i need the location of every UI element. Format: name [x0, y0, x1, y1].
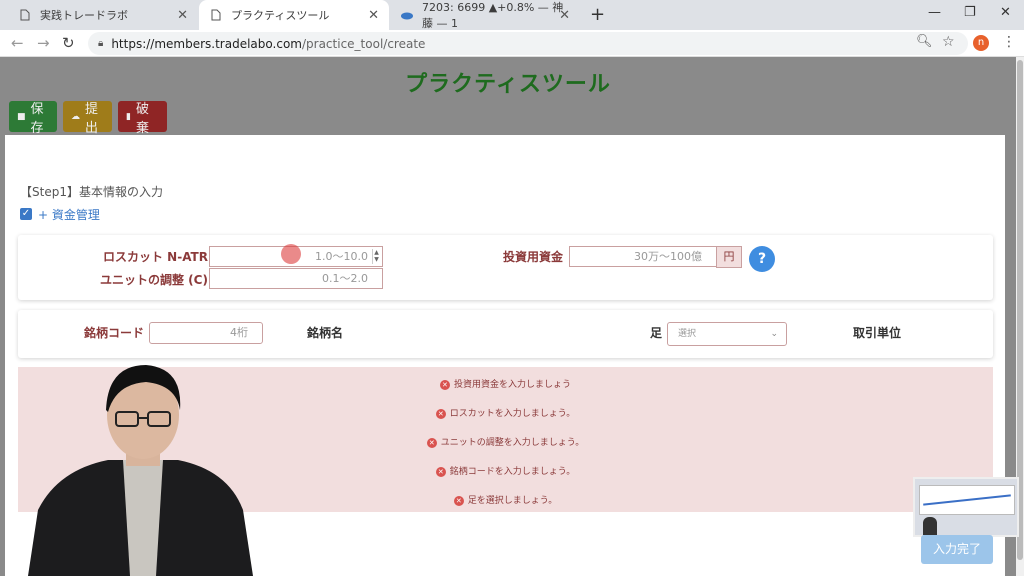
- error-icon: ✕: [435, 466, 446, 477]
- help-icon[interactable]: ?: [749, 246, 775, 272]
- person-thumbnail: [923, 517, 937, 535]
- tab-practice-tool[interactable]: プラクティスツール ✕: [199, 0, 389, 30]
- money-management-checkbox[interactable]: ✓: [20, 208, 32, 220]
- cloud-upload-icon: ☁: [71, 111, 80, 122]
- page-icon: [209, 8, 223, 22]
- ticker-input[interactable]: 4桁: [149, 322, 263, 344]
- cloud-icon: [400, 8, 414, 22]
- error-text: 銘柄コードを入力しましょう。: [449, 467, 576, 477]
- ticker-placeholder: 4桁: [230, 326, 248, 339]
- error-text: ロスカットを入力しましょう。: [449, 409, 576, 419]
- save-button[interactable]: ■ 保存: [9, 101, 57, 136]
- error-text: 投資用資金を入力しましょう: [453, 380, 571, 390]
- tab-title: 7203: 6699 ▲+0.8% — 神藤 — 1: [422, 1, 564, 30]
- ticker-label: 銘柄コード: [84, 326, 145, 340]
- save-label: 保存: [30, 101, 44, 136]
- trade-unit-label: 取引単位: [853, 326, 902, 340]
- input-complete-button[interactable]: 入力完了: [921, 535, 993, 564]
- tab-tradelabo[interactable]: 実践トレードラボ ✕: [8, 0, 198, 30]
- zoom-icon[interactable]: 🔍︎: [916, 34, 933, 49]
- presenter-video-overlay: [28, 365, 253, 576]
- bar-select[interactable]: 選択 ⌄: [667, 322, 787, 346]
- error-icon: ✕: [426, 437, 437, 448]
- forward-icon[interactable]: →: [37, 34, 50, 52]
- money-management-toggle[interactable]: + 資金管理: [38, 206, 100, 223]
- bar-select-placeholder: 選択: [678, 329, 697, 339]
- error-icon: ✕: [453, 495, 464, 506]
- address-bar: ← → ↻ 🔒︎ https://members.tradelabo.com/p…: [0, 30, 1024, 57]
- unit-adjust-label: ユニットの調整 (C): [100, 273, 208, 287]
- url-field[interactable]: 🔒︎ https://members.tradelabo.com/practic…: [88, 32, 968, 55]
- close-icon[interactable]: ✕: [177, 8, 188, 23]
- page-title: プラクティスツール: [405, 72, 611, 97]
- losscut-placeholder: 1.0～10.0: [315, 250, 368, 263]
- mouse-cursor-highlight: [281, 244, 301, 264]
- spinner-icon[interactable]: ▲ ▼: [372, 249, 380, 264]
- browser-tab-strip: 実践トレードラボ ✕ プラクティスツール ✕ 7203: 6699 ▲+0.8%…: [0, 0, 1024, 30]
- discard-button[interactable]: ▮ 破棄: [118, 101, 167, 136]
- submit-label: 提出: [85, 101, 99, 136]
- error-icon: ✕: [439, 379, 450, 390]
- error-icon: ✕: [435, 408, 446, 419]
- close-icon[interactable]: ✕: [368, 8, 379, 23]
- ticker-name-label: 銘柄名: [307, 326, 344, 340]
- bar-label: 足: [650, 326, 663, 340]
- avatar[interactable]: n: [973, 35, 989, 51]
- capital-label: 投資用資金: [503, 250, 564, 264]
- restore-icon[interactable]: ❐: [964, 5, 976, 20]
- minimize-icon[interactable]: —: [928, 5, 941, 20]
- floppy-icon: ■: [17, 111, 26, 122]
- back-icon[interactable]: ←: [11, 34, 24, 52]
- tab-title: プラクティスツール: [231, 9, 330, 22]
- capital-placeholder: 30万～100億: [634, 250, 702, 263]
- new-tab-icon[interactable]: +: [590, 4, 605, 25]
- page-icon: [18, 8, 32, 22]
- money-management-card: [18, 235, 993, 300]
- capital-input[interactable]: 30万～100億: [569, 246, 717, 267]
- discard-label: 破棄: [135, 101, 149, 136]
- video-thumbnail[interactable]: [913, 477, 1019, 537]
- trash-icon: ▮: [126, 111, 131, 122]
- url-host: https://members.tradelabo.com: [111, 36, 302, 51]
- url-path: /practice_tool/create: [301, 36, 426, 51]
- losscut-label: ロスカット N-ATR: [103, 250, 208, 264]
- close-icon[interactable]: ✕: [559, 8, 570, 23]
- tab-title: 実践トレードラボ: [40, 9, 128, 22]
- error-text: 足を選択しましょう。: [467, 496, 558, 506]
- reload-icon[interactable]: ↻: [62, 34, 75, 52]
- step-title: 【Step1】基本情報の入力: [20, 185, 163, 199]
- unit-adjust-input[interactable]: 0.1～2.0: [209, 268, 383, 289]
- unit-adjust-placeholder: 0.1～2.0: [322, 272, 368, 285]
- error-text: ユニットの調整を入力しましょう。: [440, 438, 585, 448]
- submit-button[interactable]: ☁ 提出: [63, 101, 112, 136]
- star-icon[interactable]: ☆: [942, 34, 955, 50]
- menu-icon[interactable]: ⋮: [1002, 34, 1016, 50]
- window-close-icon[interactable]: ✕: [1000, 5, 1011, 20]
- tab-stock-chart[interactable]: 7203: 6699 ▲+0.8% — 神藤 — 1 ✕: [390, 0, 580, 30]
- lock-icon: 🔒︎: [98, 38, 104, 49]
- yen-unit-addon: 円: [716, 246, 742, 268]
- chevron-down-icon: ⌄: [770, 329, 778, 339]
